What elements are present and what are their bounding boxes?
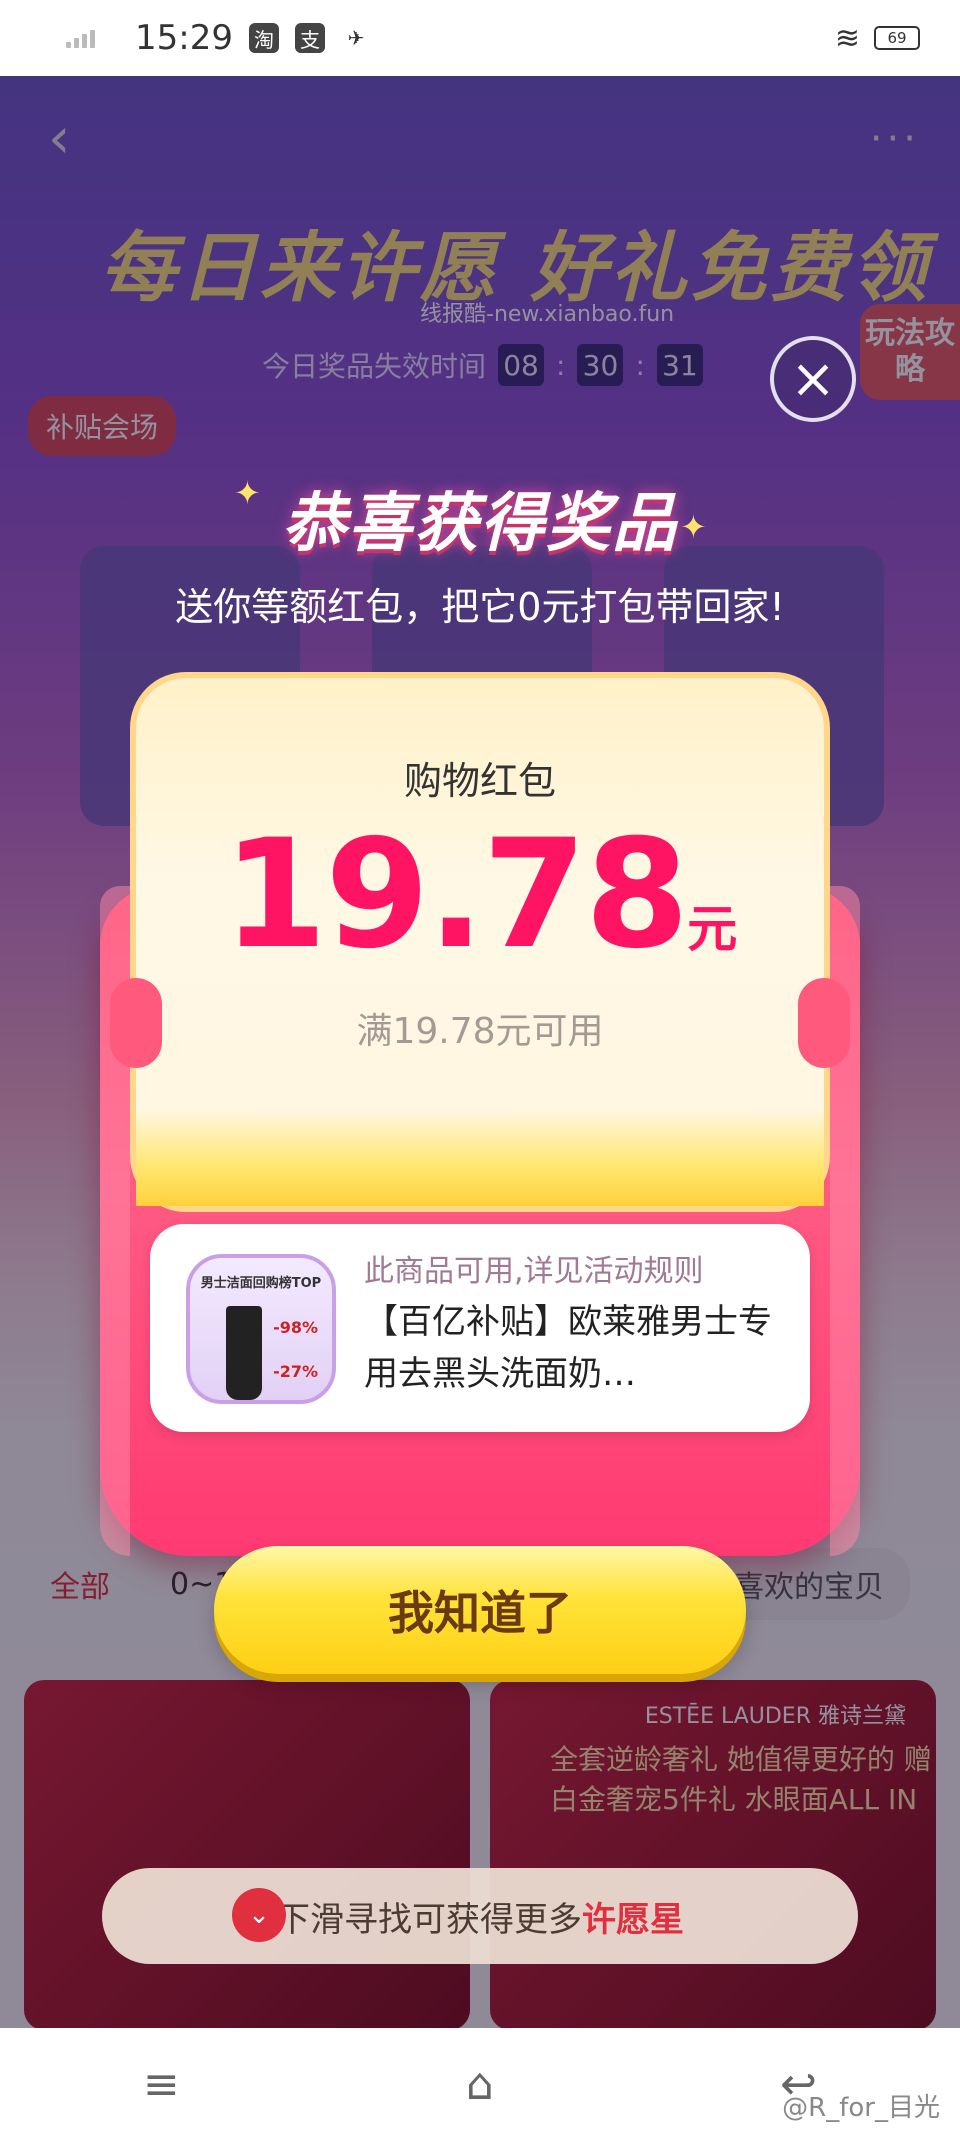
eligible-product-card[interactable]: 男士洁面回购榜TOP -98% -27% 此商品可用,详见活动规则 【百亿补贴】… <box>150 1224 810 1432</box>
reward-modal: × ✦ ✦ 恭喜获得奖品 送你等额红包，把它0元打包带回家! 购物红包 19.7… <box>0 76 960 2028</box>
thumb-ranking-text: 男士洁面回购榜TOP <box>200 1276 322 1291</box>
modal-title: 恭喜获得奖品 <box>282 487 678 561</box>
wifi-icon: ≋ <box>834 20 860 56</box>
status-time: 15:29 <box>135 18 233 58</box>
coupon-card: 购物红包 19.78元 满19.78元可用 <box>110 672 850 1212</box>
battery-icon: 69 <box>874 26 920 50</box>
coupon-label: 购物红包 <box>403 759 556 803</box>
product-tube-image <box>226 1306 262 1400</box>
system-nav-bar: ≡ ⌂ ↩ @R_for_目光 <box>0 2028 960 2140</box>
home-icon[interactable]: ⌂ <box>466 2059 494 2110</box>
alipay-icon: 支 <box>294 23 325 53</box>
thumb-badge: -27% <box>273 1362 318 1381</box>
coupon-amount-unit: 元 <box>687 900 738 958</box>
coupon-amount: 19.78元 <box>136 808 824 982</box>
modal-subtitle: 送你等额红包，把它0元打包带回家! <box>175 585 785 629</box>
signal-icon <box>66 28 95 48</box>
product-name: 【百亿补贴】欧莱雅男士专用去黑头洗面奶… <box>364 1302 772 1394</box>
coupon-condition: 满19.78元可用 <box>356 1011 604 1052</box>
menu-icon[interactable]: ≡ <box>143 2059 180 2110</box>
ok-button[interactable]: 我知道了 <box>214 1546 746 1674</box>
coupon-tear-decoration <box>136 1110 824 1206</box>
product-hint: 此商品可用,详见活动规则 <box>364 1254 704 1289</box>
taobao-icon: 淘 <box>248 23 279 53</box>
coupon-amount-value: 19.78 <box>222 808 689 982</box>
close-button[interactable]: × <box>770 336 856 422</box>
product-thumbnail: 男士洁面回购榜TOP -98% -27% <box>186 1254 336 1404</box>
status-bar: 15:29 淘 支 ✈ ≋ 69 <box>0 0 960 76</box>
close-icon: × <box>790 347 836 410</box>
plane-icon: ✈ <box>347 26 365 50</box>
thumb-badge: -98% <box>273 1318 318 1337</box>
weibo-credit: @R_for_目光 <box>782 2093 940 2123</box>
